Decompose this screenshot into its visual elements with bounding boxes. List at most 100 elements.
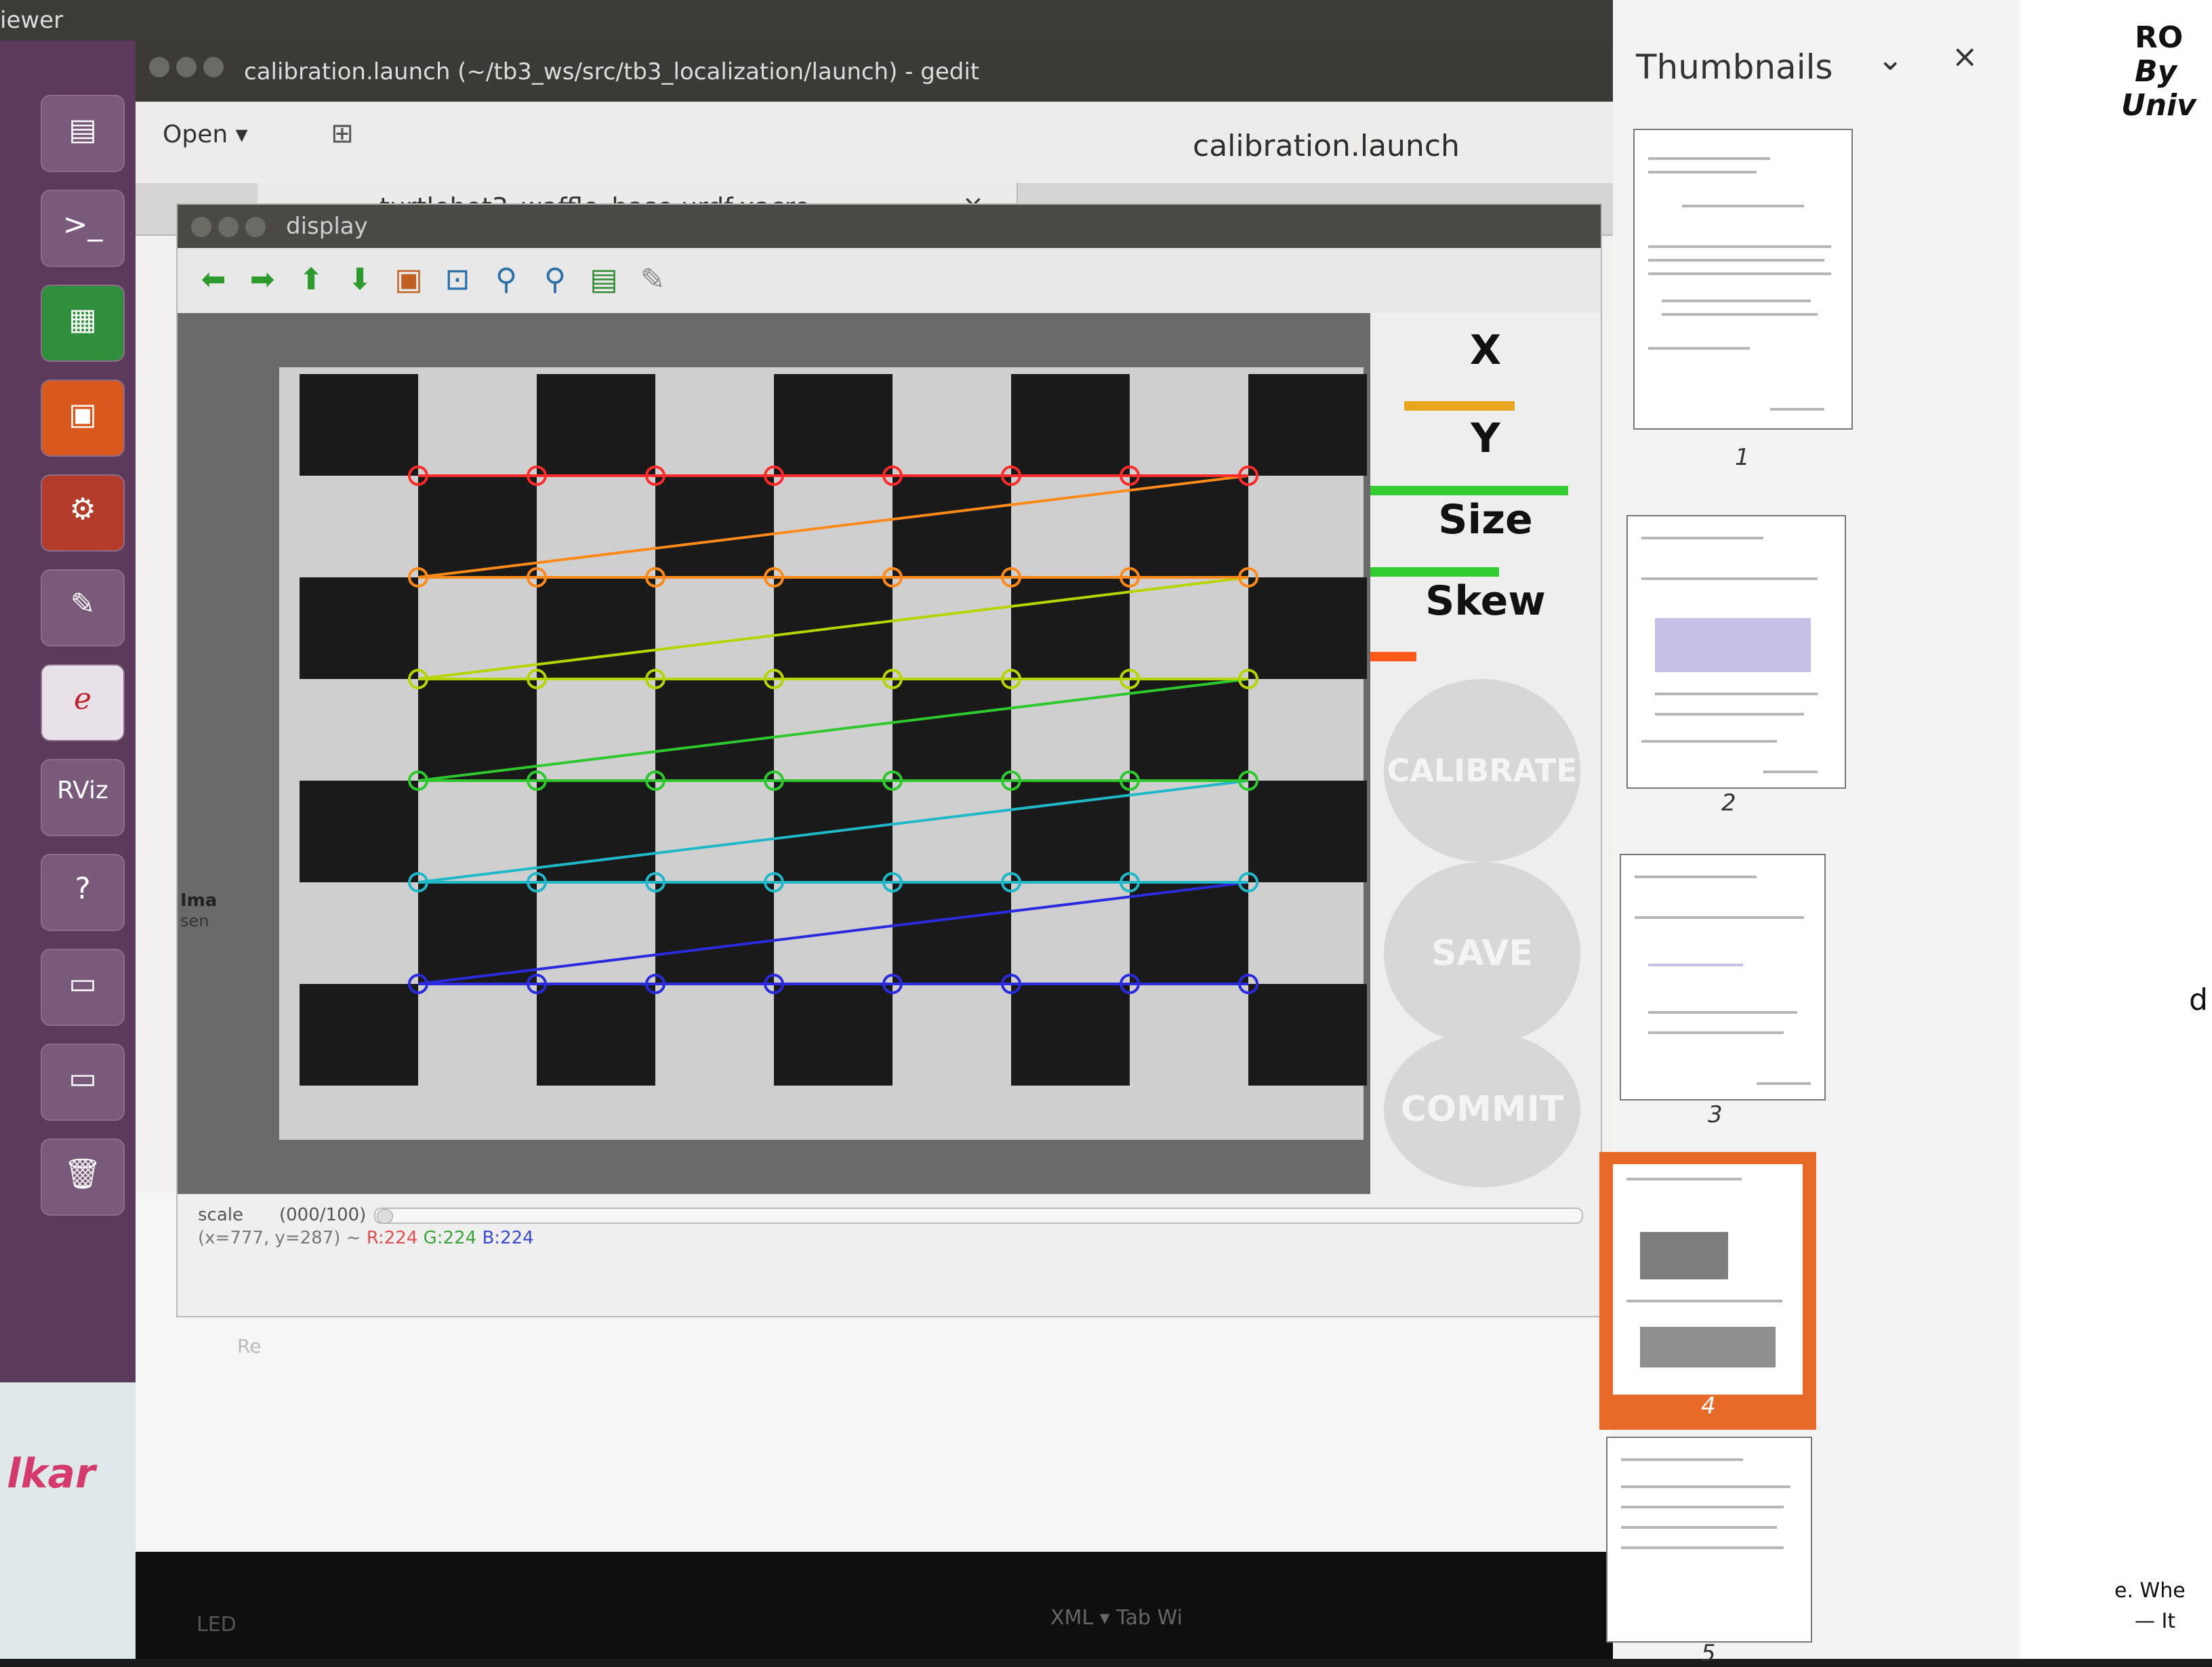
checker-square <box>537 781 655 882</box>
launcher-drive-icon[interactable]: ▭ <box>41 949 125 1026</box>
checker-square <box>1248 374 1367 476</box>
launcher-files-icon[interactable]: ▤ <box>41 95 125 172</box>
home-icon[interactable]: ▣ <box>386 258 431 302</box>
desk-object <box>0 1382 136 1659</box>
window-maximize-icon[interactable] <box>203 57 224 77</box>
scale-value: (000/100) <box>279 1205 367 1225</box>
scale-slider-handle[interactable] <box>377 1209 393 1224</box>
presentation-icon: ▣ <box>68 397 97 432</box>
page-number-1: 1 <box>1735 444 1750 471</box>
monitor-bezel: LED XML ▾ Tab Wi <box>136 1552 1613 1659</box>
checker-square <box>418 882 537 984</box>
page-thumbnail-1[interactable] <box>1633 129 1853 430</box>
spreadsheet-icon: ▦ <box>68 302 97 337</box>
checker-square <box>537 577 655 679</box>
trash-icon: 🗑 <box>64 1157 102 1191</box>
close-icon[interactable]: × <box>1952 38 1978 75</box>
checker-square <box>300 577 418 679</box>
desk-label: lkar <box>7 1450 96 1498</box>
checker-square <box>1130 476 1248 577</box>
pixel-status: (x=777, y=287) ~ R:224 G:224 B:224 <box>198 1228 534 1248</box>
checker-square <box>893 882 1011 984</box>
checker-square <box>774 984 893 1086</box>
launcher-pdf-viewer-icon[interactable]: ℯ <box>41 664 125 741</box>
thumb-checkerboard-image <box>1640 1232 1728 1279</box>
commit-button[interactable]: COMMIT <box>1384 1031 1580 1187</box>
metric-y-bar <box>1370 486 1568 495</box>
checker-square <box>774 374 893 476</box>
display-titlebar: display <box>178 205 1601 248</box>
settings-icon: ⚙ <box>69 492 96 527</box>
metric-size-label: Size <box>1438 496 1533 543</box>
gedit-titlebar: calibration.launch (~/tb3_ws/src/tb3_loc… <box>136 41 1613 102</box>
launcher-presentation-icon[interactable]: ▣ <box>41 379 125 457</box>
left-snippet-1: Ima <box>180 890 217 911</box>
metric-y-label: Y <box>1471 415 1500 462</box>
page-thumbnail-5[interactable] <box>1606 1437 1812 1643</box>
drive2-icon: ▭ <box>68 1061 97 1096</box>
open-button[interactable]: Open ▾ <box>163 121 298 161</box>
arrow-left-icon[interactable]: ⬅ <box>191 258 236 302</box>
chevron-down-icon[interactable]: ⌄ <box>1877 41 1904 77</box>
arrow-down-icon[interactable]: ⬇ <box>337 258 382 302</box>
rviz-icon: RViz <box>57 777 108 804</box>
window-minimize-icon[interactable] <box>176 57 197 77</box>
save-icon[interactable]: ▤ <box>581 258 626 302</box>
launcher-spreadsheet-icon[interactable]: ▦ <box>41 285 125 362</box>
monitor-brand: LED <box>197 1613 237 1637</box>
launcher-help-icon[interactable]: ? <box>41 854 125 931</box>
launcher-settings-icon[interactable]: ⚙ <box>41 474 125 552</box>
launcher-rviz-icon[interactable]: RViz <box>41 759 125 836</box>
zoom-out-icon[interactable]: ⚲ <box>533 258 577 302</box>
terminal-icon: >_ <box>62 207 103 242</box>
unity-launcher: ▤ >_ ▦ ▣ ⚙ ✎ ℯ RViz ? ▭ ▭ 🗑 <box>0 41 136 1552</box>
checker-square <box>1248 984 1367 1086</box>
doc-heading-line-2: By <box>2135 54 2177 89</box>
page-number-4: 4 <box>1701 1393 1716 1420</box>
checker-square <box>1011 781 1130 882</box>
checker-square <box>893 476 1011 577</box>
document-title: calibration.launch <box>1193 129 1460 163</box>
arrow-up-icon[interactable]: ⬆ <box>289 258 333 302</box>
calibration-side-panel: X Y Size Skew CALIBRATE SAVE COMMIT <box>1370 313 1601 1194</box>
page-thumbnail-3[interactable] <box>1620 854 1826 1100</box>
camera-image[interactable]: Ima sen <box>178 313 1370 1194</box>
doc-heading-line-3: Univ <box>2121 88 2196 123</box>
display-close-icon[interactable] <box>191 217 211 237</box>
page-number-2: 2 <box>1721 789 1736 817</box>
metric-skew-label: Skew <box>1425 577 1546 625</box>
checker-square <box>1011 577 1130 679</box>
scale-slider[interactable] <box>374 1208 1583 1224</box>
launcher-trash-icon[interactable]: 🗑 <box>41 1138 125 1216</box>
launcher-terminal-icon[interactable]: >_ <box>41 190 125 267</box>
checker-square <box>418 476 537 577</box>
settings-brush-icon[interactable]: ✎ <box>630 258 675 302</box>
document-page-view[interactable]: RO By Univ d e. Whe — It <box>2020 0 2212 1659</box>
gedit-window-title: calibration.launch (~/tb3_ws/src/tb3_loc… <box>244 58 980 85</box>
metric-size-bar <box>1370 567 1499 577</box>
checker-square <box>655 882 774 984</box>
launcher-drive2-icon[interactable]: ▭ <box>41 1044 125 1121</box>
status-coords: (x=777, y=287) ~ <box>198 1228 367 1248</box>
editor-text-line: Re <box>237 1335 262 1357</box>
zoom-in-icon[interactable]: ⚲ <box>484 258 529 302</box>
new-tab-icon[interactable]: ⊞ <box>319 118 366 163</box>
display-maximize-icon[interactable] <box>245 217 266 237</box>
checker-square <box>1130 679 1248 781</box>
thumbnails-sidebar: Thumbnails ⌄ × 1 2 3 4 5 <box>1599 0 2021 1667</box>
thumbnails-title: Thumbnails <box>1636 47 1833 87</box>
page-number-5: 5 <box>1701 1640 1716 1667</box>
display-minimize-icon[interactable] <box>218 217 239 237</box>
launcher-text-editor-icon[interactable]: ✎ <box>41 569 125 646</box>
save-button[interactable]: SAVE <box>1384 862 1580 1045</box>
page-thumbnail-2[interactable] <box>1626 515 1846 789</box>
top-menu-bar: iewer <box>0 0 1613 41</box>
page-number-3: 3 <box>1708 1101 1723 1128</box>
window-close-icon[interactable] <box>149 57 169 77</box>
calibrate-button[interactable]: CALIBRATE <box>1384 679 1580 862</box>
page-thumbnail-4-selected[interactable]: 4 <box>1599 1152 1816 1430</box>
calibration-display-window: display ⬅ ➡ ⬆ ⬇ ▣ ⊡ ⚲ ⚲ ▤ ✎ Ima sen X Y … <box>176 203 1602 1317</box>
text-editor-icon: ✎ <box>70 587 96 621</box>
arrow-right-icon[interactable]: ➡ <box>240 258 285 302</box>
pan-icon[interactable]: ⊡ <box>435 258 480 302</box>
